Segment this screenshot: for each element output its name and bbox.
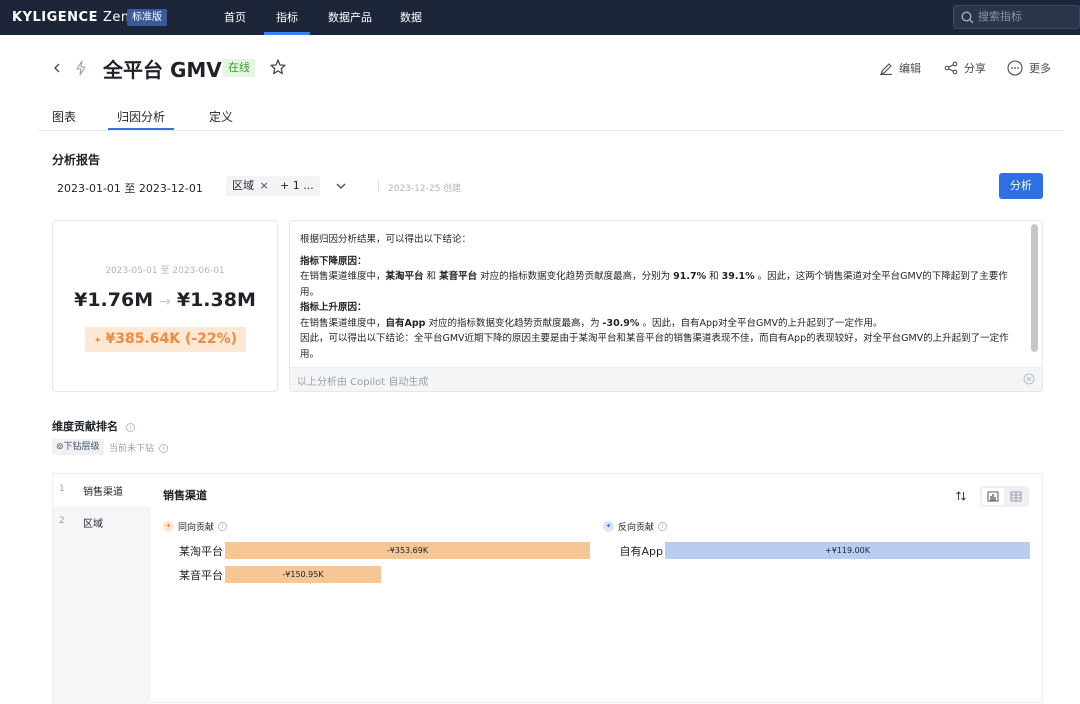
share-button[interactable]: 分享 — [944, 60, 986, 76]
nav-item-data[interactable]: 数据 — [400, 0, 422, 35]
edit-icon — [880, 63, 892, 75]
global-search[interactable] — [953, 5, 1080, 29]
table-icon — [1010, 491, 1022, 502]
metric-delta-value: ¥385.64K (-22%) — [105, 331, 238, 347]
chevron-down-icon[interactable] — [335, 181, 347, 191]
chart-title: 销售渠道 — [163, 489, 207, 502]
contribution-bar[interactable]: -¥353.69K — [225, 542, 590, 559]
filter-chip-close-icon[interactable]: × — [260, 179, 269, 192]
lightning-icon — [76, 60, 86, 76]
search-input[interactable] — [978, 9, 1073, 25]
brand-suffix: Zen — [103, 10, 130, 25]
date-range-picker[interactable]: 2023-01-01 至 2023-12-01 — [57, 180, 203, 196]
copilot-note: 以上分析由 Copilot 自动生成 — [297, 377, 429, 388]
metric-summary-card: 2023-05-01 至 2023-06-01 ¥1.76M → ¥1.38M ✦ ¥… — [52, 220, 278, 392]
nav-item-metrics[interactable]: 指标 — [264, 0, 310, 35]
insight-footer: 以上分析由 Copilot 自动生成 — [290, 367, 1042, 391]
bar-category-label: 某淘平台 — [179, 545, 223, 558]
contribution-bar[interactable]: +¥119.00K — [665, 542, 1030, 559]
filter-more-chip[interactable]: + 1 ... — [274, 176, 320, 196]
insight-up-title: 指标上升原因： — [300, 302, 367, 313]
filter-chip-region[interactable]: 区域 × — [226, 176, 275, 196]
bar-category-label: 某音平台 — [179, 569, 223, 582]
report-section-title: 分析报告 — [52, 153, 101, 167]
dimension-item-region[interactable]: 2 区域 — [53, 506, 151, 538]
more-button[interactable]: 更多 — [1007, 60, 1051, 76]
bar-category-label: 自有App — [619, 545, 664, 558]
page-title: 全平台 GMV — [103, 58, 222, 82]
tabs-divider — [38, 130, 1063, 131]
drill-icon: ⊚ — [56, 442, 64, 452]
drill-status: 当前未下钻 i — [109, 441, 168, 454]
insight-down-title: 指标下降原因： — [300, 255, 367, 267]
nav-item-data-products[interactable]: 数据产品 — [328, 0, 372, 35]
info-icon[interactable]: i — [125, 423, 135, 432]
filter-chip-label: 区域 — [232, 179, 254, 192]
share-label: 分享 — [964, 62, 986, 75]
metric-delta: ✦ ¥385.64K (-22%) — [85, 327, 246, 352]
comparison-period: 2023-05-01 至 2023-06-01 — [105, 266, 225, 276]
search-icon — [961, 11, 974, 24]
status-badge: 在线 — [223, 59, 255, 77]
insight-text: 根据归因分析结果，可以得出以下结论： 指标下降原因： 在销售渠道维度中，某淘平台… — [300, 232, 1022, 362]
more-icon — [1007, 60, 1023, 76]
insight-up-text: 在销售渠道维度中，自有App 对应的指标数据变化趋势贡献度最高，为 -30.9%… — [300, 317, 883, 329]
info-icon[interactable]: i — [218, 522, 228, 531]
sparkle-icon: ✦ — [93, 336, 102, 346]
tab-chart[interactable]: 图表 — [52, 108, 76, 130]
created-date: 2023-12-25 创建 — [388, 184, 462, 194]
brand-name: KYLIGENCE — [12, 10, 98, 25]
more-label: 更多 — [1029, 62, 1051, 75]
bar-chart-icon — [987, 491, 999, 502]
view-toggle — [980, 486, 1029, 507]
insight-intro: 根据归因分析结果，可以得出以下结论： — [300, 234, 472, 245]
edit-label: 编辑 — [899, 62, 921, 75]
sparkle-icon: ✦ — [163, 521, 174, 532]
drill-level-button[interactable]: ⊚下钻层级 — [52, 439, 104, 455]
back-arrow-icon[interactable] — [50, 58, 64, 78]
legend-negative: ✦ 反向贡献 i — [603, 520, 668, 533]
sparkle-icon: ✦ — [603, 521, 614, 532]
tab-definition[interactable]: 定义 — [209, 108, 233, 130]
close-icon[interactable] — [1023, 373, 1035, 385]
top-nav-bar: KYLIGENCE Zen 标准版 首页 指标 数据产品 数据 — [0, 0, 1080, 35]
copilot-insight-panel: 根据归因分析结果，可以得出以下结论： 指标下降原因： 在销售渠道维度中，某淘平台… — [289, 220, 1043, 392]
analyze-button[interactable]: 分析 — [999, 173, 1043, 199]
edition-badge: 标准版 — [127, 9, 167, 26]
contribution-ranking-title: 维度贡献排名 i — [52, 418, 135, 434]
filter-divider — [378, 180, 379, 192]
table-view-button[interactable] — [1005, 488, 1027, 505]
dimension-list: 1 销售渠道 2 区域 — [53, 474, 151, 704]
product-logo[interactable]: KYLIGENCE Zen — [12, 10, 130, 25]
sort-icon[interactable] — [955, 490, 967, 502]
legend-positive: ✦ 同向贡献 i — [163, 520, 228, 533]
edit-button[interactable]: 编辑 — [879, 60, 921, 76]
tab-attribution-analysis[interactable]: 归因分析 — [108, 108, 175, 130]
contribution-panel: 1 销售渠道 2 区域 — [52, 473, 1043, 704]
share-icon — [944, 61, 958, 75]
insight-conclusion: 因此，可以得出以下结论：全平台GMV近期下降的原因主要是由于某淘平台和某音平台的… — [300, 333, 1009, 360]
metric-to-value: ¥1.38M — [176, 289, 256, 311]
metric-values: ¥1.76M → ¥1.38M — [53, 289, 277, 311]
metric-from-value: ¥1.76M — [74, 289, 154, 311]
star-icon[interactable] — [269, 58, 287, 76]
dimension-item-sales-channel[interactable]: 1 销售渠道 — [53, 474, 151, 506]
right-arrow-icon: → — [159, 294, 171, 310]
info-icon[interactable]: i — [158, 444, 168, 453]
insight-scrollbar[interactable] — [1031, 224, 1038, 352]
bar-chart-view-button[interactable] — [982, 488, 1004, 505]
insight-down-text: 在销售渠道维度中，某淘平台 和 某音平台 对应的指标数据变化趋势贡献度最高，分别… — [300, 271, 1008, 298]
contribution-bar[interactable]: -¥150.95K — [225, 566, 381, 583]
nav-item-home[interactable]: 首页 — [224, 0, 246, 35]
info-icon[interactable]: i — [658, 522, 668, 531]
